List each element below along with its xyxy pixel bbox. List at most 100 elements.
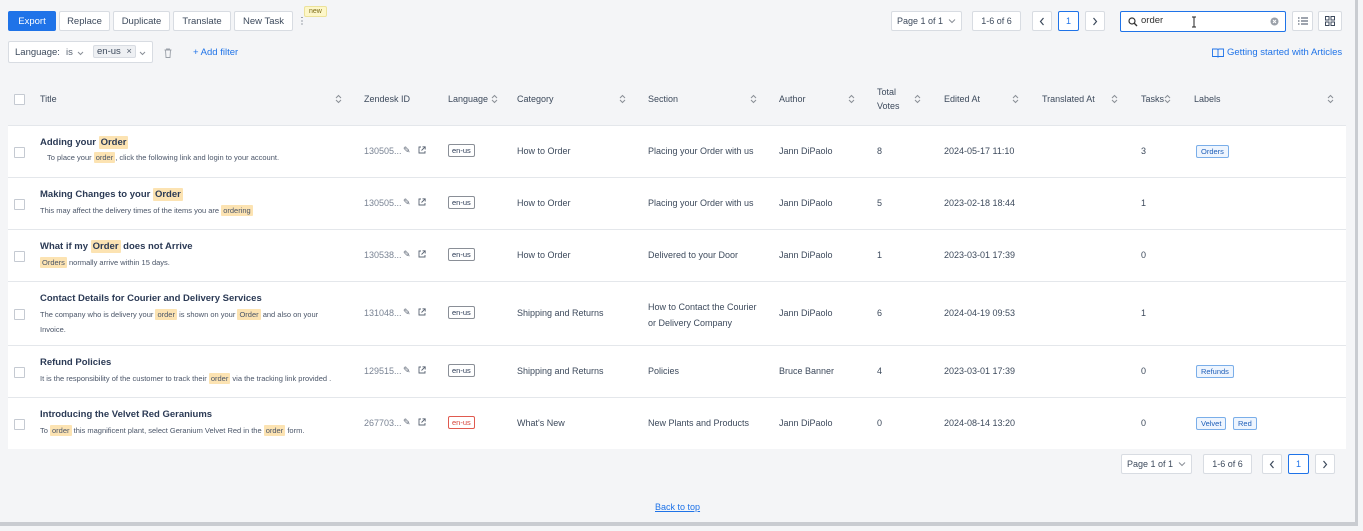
table-row[interactable]: What if my Order does not Arrive Orders … <box>8 230 1346 282</box>
page-1-button[interactable]: 1 <box>1288 454 1309 474</box>
add-filter-link[interactable]: + Add filter <box>193 47 238 58</box>
sort-icon[interactable] <box>1164 94 1171 104</box>
section: How to Contact the Courier or Delivery Co… <box>648 299 757 331</box>
page-select-label: Page 1 of 1 <box>896 16 944 26</box>
row-checkbox[interactable] <box>14 199 25 210</box>
section-line: or Delivery Company <box>648 318 733 328</box>
export-button[interactable]: Export <box>8 11 56 31</box>
new-task-button[interactable]: New Task <box>234 11 293 31</box>
table-row[interactable]: Contact Details for Courier and Delivery… <box>8 282 1346 346</box>
grid-view-button[interactable] <box>1318 11 1342 31</box>
column-language[interactable]: Language <box>448 73 488 125</box>
article-title[interactable]: Contact Details for Courier and Delivery… <box>40 293 262 304</box>
prev-page-button[interactable] <box>1032 11 1052 31</box>
row-checkbox[interactable] <box>14 419 25 430</box>
column-author[interactable]: Author <box>779 73 806 125</box>
external-link-icon[interactable] <box>418 366 426 374</box>
edit-icon[interactable]: ✎ <box>403 417 411 428</box>
snippet-text: this magnificent plant, select Geranium … <box>71 426 264 435</box>
page-select-bottom[interactable]: Page 1 of 1 <box>1121 454 1192 474</box>
row-checkbox[interactable] <box>14 367 25 378</box>
row-checkbox[interactable] <box>14 147 25 158</box>
column-edited-at[interactable]: Edited At <box>944 73 980 125</box>
category: Shipping and Returns <box>517 308 604 318</box>
section: Placing your Order with us <box>648 198 754 208</box>
sort-icon[interactable] <box>750 94 757 104</box>
next-page-button[interactable] <box>1085 11 1105 31</box>
row-checkbox[interactable] <box>14 309 25 320</box>
edit-icon[interactable]: ✎ <box>403 365 411 376</box>
edit-icon[interactable]: ✎ <box>403 249 411 260</box>
table-row[interactable]: Refund Policies It is the responsibility… <box>8 346 1346 398</box>
sort-icon[interactable] <box>491 94 498 104</box>
page-1-button[interactable]: 1 <box>1058 11 1079 31</box>
label-chip[interactable]: Refunds <box>1196 365 1234 378</box>
clear-search-icon[interactable] <box>1270 17 1279 26</box>
page-select-top[interactable]: Page 1 of 1 <box>891 11 962 31</box>
snippet-text: form. <box>285 426 305 435</box>
table-row[interactable]: Adding your Order To place your order, c… <box>8 126 1346 178</box>
external-link-icon[interactable] <box>418 308 426 316</box>
search-box[interactable] <box>1120 11 1286 32</box>
external-link-icon[interactable] <box>418 198 426 206</box>
external-link-icon[interactable] <box>418 146 426 154</box>
label-chip[interactable]: Orders <box>1196 145 1229 158</box>
article-title[interactable]: Adding your Order <box>40 136 129 149</box>
next-page-button[interactable] <box>1315 454 1335 474</box>
replace-button[interactable]: Replace <box>59 11 110 31</box>
column-title[interactable]: Title <box>40 73 57 125</box>
duplicate-button[interactable]: Duplicate <box>113 11 170 31</box>
trash-icon[interactable] <box>164 48 172 58</box>
chevron-down-icon <box>139 51 146 56</box>
author: Jann DiPaolo <box>779 250 833 260</box>
external-link-icon[interactable] <box>418 418 426 426</box>
column-category[interactable]: Category <box>517 73 554 125</box>
language-badge: en-us <box>448 364 475 377</box>
getting-started-link[interactable]: Getting started with Articles <box>1227 47 1342 58</box>
article-title[interactable]: What if my Order does not Arrive <box>40 240 193 253</box>
column-section[interactable]: Section <box>648 73 678 125</box>
external-link-icon[interactable] <box>418 250 426 258</box>
sort-icon[interactable] <box>914 94 921 104</box>
total-votes: 6 <box>877 308 883 318</box>
table-row[interactable]: Making Changes to your Order This may af… <box>8 178 1346 230</box>
snippet-text: To place your <box>47 153 94 162</box>
article-title[interactable]: Making Changes to your Order <box>40 188 183 201</box>
edit-icon[interactable]: ✎ <box>403 307 411 318</box>
back-to-top-link[interactable]: Back to top <box>655 502 700 512</box>
article-title[interactable]: Introducing the Velvet Red Geraniums <box>40 409 212 420</box>
edit-icon[interactable]: ✎ <box>403 145 411 156</box>
sort-icon[interactable] <box>619 94 626 104</box>
column-tasks[interactable]: Tasks <box>1141 73 1164 125</box>
snippet-text: The company who is delivery your <box>40 310 156 319</box>
column-total-votes[interactable]: Total Votes <box>877 73 900 125</box>
list-view-button[interactable] <box>1292 11 1313 31</box>
category: How to Order <box>517 250 571 260</box>
prev-page-button[interactable] <box>1262 454 1282 474</box>
category: How to Order <box>517 146 571 156</box>
sort-icon[interactable] <box>848 94 855 104</box>
snippet-text: is shown on your <box>176 310 238 319</box>
column-zendesk-id[interactable]: Zendesk ID <box>364 73 410 125</box>
sort-icon[interactable] <box>1012 94 1019 104</box>
filter-operator[interactable]: is <box>66 47 73 58</box>
select-all-checkbox[interactable] <box>14 94 25 105</box>
article-title[interactable]: Refund Policies <box>40 357 111 368</box>
column-labels[interactable]: Labels <box>1194 73 1221 125</box>
translate-button[interactable]: Translate <box>173 11 231 31</box>
sort-icon[interactable] <box>1111 94 1118 104</box>
search-input[interactable] <box>1141 15 1261 26</box>
table-row[interactable]: Introducing the Velvet Red Geraniums To … <box>8 398 1346 449</box>
chevron-right-icon <box>1093 17 1098 25</box>
label-chip[interactable]: Velvet <box>1196 417 1227 430</box>
language-badge: en-us <box>448 416 475 429</box>
snippet-highlight: order <box>263 425 286 436</box>
remove-chip-icon[interactable]: × <box>126 46 132 57</box>
sort-icon[interactable] <box>1327 94 1334 104</box>
sort-icon[interactable] <box>335 94 342 104</box>
language-filter[interactable]: Language: is en-us × <box>8 41 153 63</box>
edit-icon[interactable]: ✎ <box>403 197 411 208</box>
row-checkbox[interactable] <box>14 251 25 262</box>
label-chip[interactable]: Red <box>1233 417 1257 430</box>
column-translated-at[interactable]: Translated At <box>1042 73 1095 125</box>
